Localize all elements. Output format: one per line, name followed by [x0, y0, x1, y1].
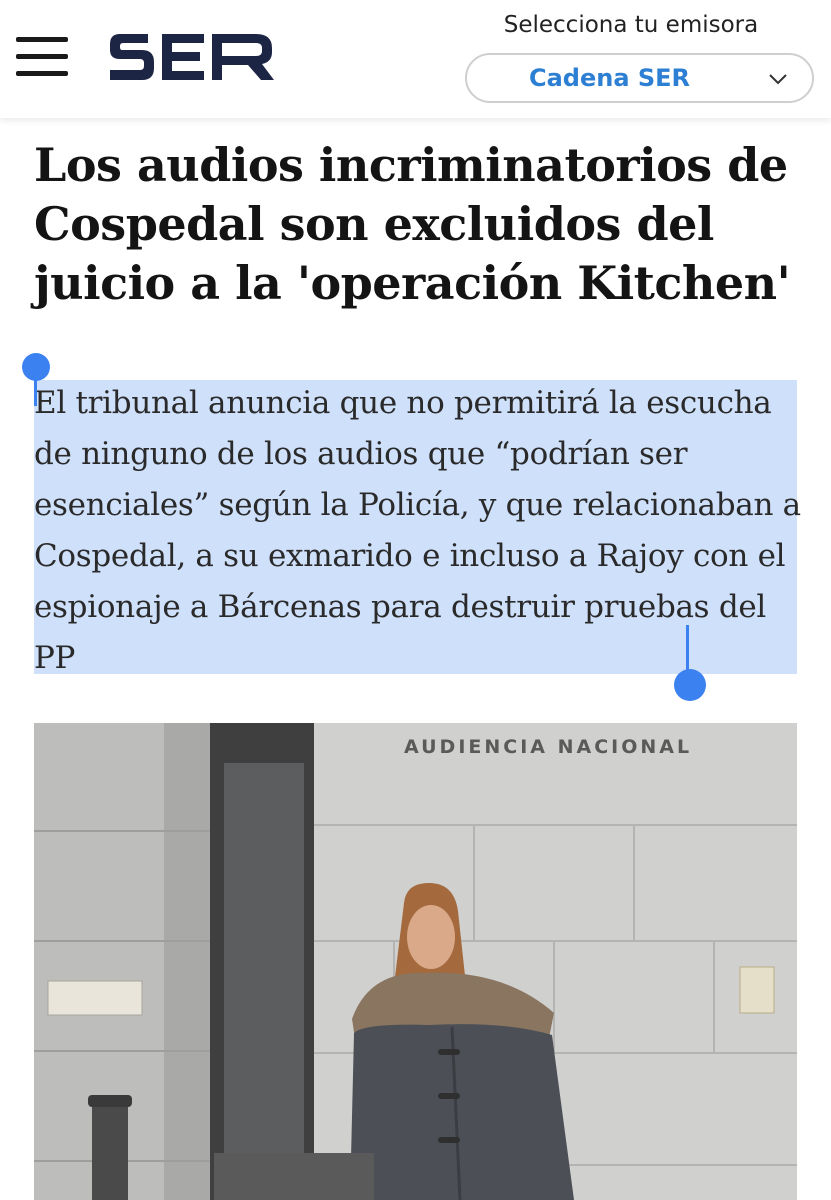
- photo-building-scene: AUDIENCIA NACIONAL: [34, 723, 797, 1200]
- building-sign-text: AUDIENCIA NACIONAL: [404, 736, 692, 758]
- article-photo[interactable]: AUDIENCIA NACIONAL: [34, 723, 797, 1200]
- station-label: Selecciona tu emisora: [503, 12, 759, 38]
- ser-logo[interactable]: [106, 26, 278, 88]
- selection-end-handle-icon[interactable]: [670, 625, 710, 705]
- station-selected-value: Cadena SER: [528, 64, 691, 92]
- selection-start-handle-icon[interactable]: [18, 350, 54, 410]
- station-select[interactable]: Cadena SER: [465, 53, 814, 103]
- hamburger-menu-icon[interactable]: [16, 35, 68, 79]
- site-header: Selecciona tu emisora Cadena SER: [0, 0, 831, 118]
- article-headline: Los audios incriminatorios de Cospedal s…: [34, 138, 791, 310]
- chevron-down-icon: [769, 74, 787, 85]
